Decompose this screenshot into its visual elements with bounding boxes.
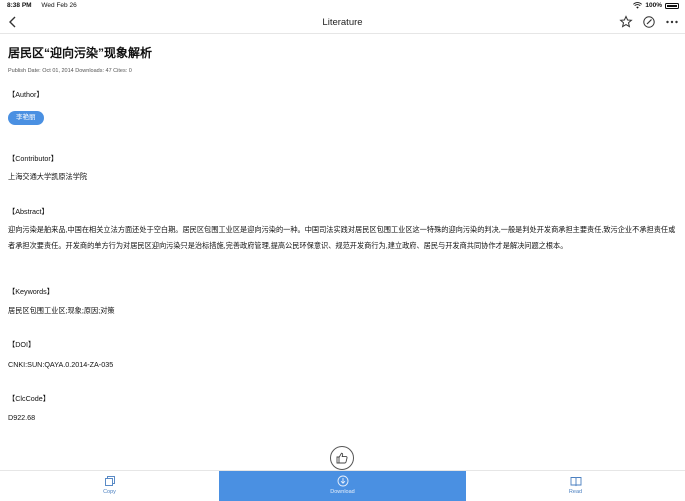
keywords-value: 居民区包围工业区;现象;原因;对策: [8, 306, 115, 315]
book-icon: [570, 477, 581, 487]
nav-actions: [619, 15, 679, 29]
copy-button[interactable]: Copy: [0, 471, 219, 501]
download-button[interactable]: Download: [219, 471, 466, 501]
copy-icon: [104, 476, 115, 486]
read-button[interactable]: Read: [466, 471, 685, 501]
contributor-value: 上海交通大学凯原法学院: [8, 172, 88, 181]
star-icon: [619, 15, 633, 28]
like-button[interactable]: [330, 446, 354, 470]
favorite-button[interactable]: [619, 15, 633, 29]
bottom-toolbar: Copy Download Read: [0, 470, 685, 501]
battery-icon: [665, 2, 679, 9]
contributor-heading: 【Contributor】: [8, 154, 58, 163]
more-icon: [666, 20, 678, 24]
battery-percent: 100%: [645, 2, 662, 9]
keywords-heading: 【Keywords】: [8, 287, 54, 296]
clc-heading: 【ClcCode】: [8, 394, 50, 403]
thumbs-up-icon: [336, 452, 348, 464]
abstract-heading: 【Abstract】: [8, 207, 49, 216]
read-label: Read: [568, 489, 583, 495]
article-meta: Publish Date: Oct 01, 2014 Downloads: 47…: [8, 68, 132, 74]
doi-value: CNKI:SUN:QAYA.0.2014-ZA-035: [8, 360, 114, 369]
status-date: Wed Feb 26: [41, 2, 77, 9]
article-title: 居民区“迎向污染”现象解析: [8, 46, 153, 60]
author-chip[interactable]: 李艳丽: [8, 111, 44, 125]
doi-heading: 【DOI】: [8, 340, 36, 349]
nav-bar: Literature: [0, 12, 685, 34]
status-right: 100%: [633, 2, 679, 9]
download-icon: [337, 475, 348, 487]
status-left: 8:38 PM Wed Feb 26: [7, 2, 77, 9]
status-time: 8:38 PM: [7, 2, 32, 9]
edit-icon: [643, 16, 655, 28]
author-heading: 【Author】: [8, 90, 44, 99]
edit-button[interactable]: [642, 15, 656, 29]
wifi-icon: [633, 2, 643, 9]
page-title: Literature: [322, 17, 363, 28]
download-label: Download: [330, 489, 355, 495]
copy-label: Copy: [103, 489, 116, 495]
more-button[interactable]: [665, 15, 679, 29]
abstract-text: 迎向污染是舶来品,中国在相关立法方面还处于空白期。居民区包围工业区是迎向污染的一…: [8, 225, 676, 250]
clc-value: D922.68: [8, 413, 36, 422]
status-bar: 8:38 PM Wed Feb 26 100%: [0, 0, 685, 12]
